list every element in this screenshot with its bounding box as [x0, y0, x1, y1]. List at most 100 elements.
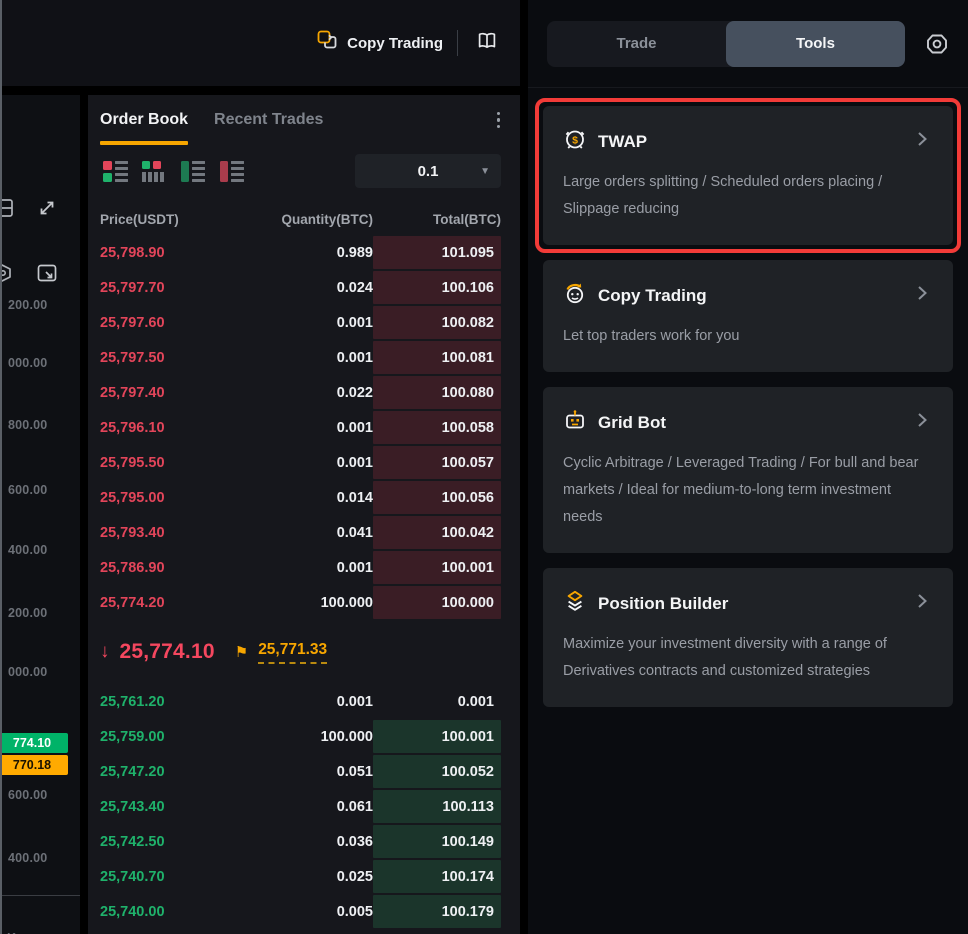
orderbook-ask-row[interactable]: 25,797.400.022100.080 [88, 375, 520, 410]
precision-dropdown[interactable]: 0.1 ▼ [355, 154, 501, 188]
orderbook-tabs: Order Book Recent Trades [88, 95, 520, 145]
price-axis-label: 800.00 [8, 418, 47, 432]
price-cell: 25,797.60 [100, 315, 228, 331]
total-cell: 100.058 [373, 411, 501, 444]
quantity-cell: 0.005 [228, 904, 373, 920]
view-bids-only-icon[interactable] [180, 158, 206, 184]
total-cell: 100.052 [373, 755, 501, 788]
orderbook-ask-row[interactable]: 25,797.600.001100.082 [88, 305, 520, 340]
total-cell: 100.080 [373, 376, 501, 409]
chevron-down-icon: ▼ [480, 166, 490, 177]
price-cell: 25,795.50 [100, 455, 228, 471]
chevron-right-icon [911, 282, 933, 309]
orderbook-ask-row[interactable]: 25,795.000.014100.056 [88, 480, 520, 515]
tool-card-grid-bot[interactable]: Grid Bot Cyclic Arbitrage / Leveraged Tr… [543, 387, 953, 553]
price-axis-label: 600.00 [8, 788, 47, 802]
svg-text:$: $ [572, 134, 578, 146]
orderbook-column-headers: Price(USDT) Quantity(BTC) Total(BTC) [88, 203, 520, 235]
orderbook-ask-row[interactable]: 25,793.400.041100.042 [88, 515, 520, 550]
view-asks-only-icon[interactable] [219, 158, 245, 184]
total-cell: 101.095 [373, 236, 501, 269]
orderbook-more-menu-icon[interactable] [493, 108, 505, 133]
settings-gear-icon[interactable] [922, 29, 952, 59]
orderbook-ask-row[interactable]: 25,798.900.989101.095 [88, 235, 520, 270]
copy-trading-button[interactable]: Copy Trading [317, 30, 443, 56]
price-cell: 25,740.70 [100, 869, 228, 885]
chevron-right-icon [911, 128, 933, 155]
price-down-arrow-icon: ↓ [100, 641, 110, 663]
view-combined-icon[interactable] [102, 158, 128, 184]
quantity-cell: 0.989 [228, 245, 373, 261]
orderbook-ask-row[interactable]: 25,786.900.001100.001 [88, 550, 520, 585]
expand-icon[interactable] [34, 195, 60, 226]
chart-pane-divider [2, 895, 80, 896]
price-cell: 25,747.20 [100, 764, 228, 780]
price-cell: 25,743.40 [100, 799, 228, 815]
orderbook-ask-row[interactable]: 25,797.700.024100.106 [88, 270, 520, 305]
robot-icon [563, 408, 587, 437]
price-axis-badge: 774.10 [2, 733, 68, 753]
orderbook-bid-row[interactable]: 25,761.200.0010.001 [88, 684, 520, 719]
chevron-right-icon [911, 409, 933, 436]
price-cell: 25,761.20 [100, 694, 228, 710]
quantity-cell: 0.001 [228, 560, 373, 576]
trade-tools-segmented-control: Trade Tools [547, 21, 905, 67]
orderbook-panel: Order Book Recent Trades [88, 95, 520, 934]
alert-tag-icon[interactable] [2, 260, 16, 291]
quantity-cell: 0.001 [228, 694, 373, 710]
copy-trading-icon [317, 30, 338, 56]
view-aggregate-icon[interactable] [141, 158, 167, 184]
copy-trading-label: Copy Trading [347, 35, 443, 52]
card-title: Position Builder [598, 594, 900, 614]
price-axis-label: 200.00 [8, 606, 47, 620]
mark-price-flag-icon: ⚑ [235, 643, 248, 661]
total-cell: 0.001 [373, 685, 501, 718]
total-cell: 100.113 [373, 790, 501, 823]
orderbook-bid-row[interactable]: 25,747.200.051100.052 [88, 754, 520, 789]
orderbook-ask-row[interactable]: 25,774.20100.000100.000 [88, 585, 520, 620]
orderbook-ask-row[interactable]: 25,796.100.001100.058 [88, 410, 520, 445]
tool-card-copy-trading[interactable]: Copy Trading Let top traders work for yo… [543, 260, 953, 372]
top-header: Copy Trading [2, 0, 520, 86]
orderbook-bid-row[interactable]: 25,740.700.025100.174 [88, 859, 520, 894]
price-axis-label: 000.00 [8, 356, 47, 370]
tab-trade[interactable]: Trade [547, 21, 726, 67]
precision-value: 0.1 [418, 163, 439, 180]
copy-trader-face-icon [563, 281, 587, 310]
orderbook-bid-row[interactable]: 25,743.400.061100.113 [88, 789, 520, 824]
total-cell: 100.042 [373, 516, 501, 549]
price-axis-badge: 770.18 [2, 755, 68, 775]
quantity-cell: 0.025 [228, 869, 373, 885]
orderbook-layout-button[interactable] [472, 28, 502, 58]
quantity-cell: 0.022 [228, 385, 373, 401]
quantity-cell: 0.014 [228, 490, 373, 506]
orderbook-bid-row[interactable]: 25,759.00100.000100.001 [88, 719, 520, 754]
last-price: 25,774.10 [120, 640, 215, 664]
quantity-cell: 100.000 [228, 595, 373, 611]
card-title: Copy Trading [598, 286, 900, 306]
mark-price[interactable]: 25,771.33 [258, 641, 327, 664]
quantity-cell: 0.051 [228, 764, 373, 780]
tab-tools[interactable]: Tools [726, 21, 905, 67]
header-divider [457, 30, 458, 56]
chart-panel-icon[interactable] [2, 195, 16, 226]
trading-app: Copy Trading [0, 0, 968, 934]
tab-recent-trades[interactable]: Recent Trades [214, 95, 323, 145]
orderbook-ask-row[interactable]: 25,797.500.001100.081 [88, 340, 520, 375]
card-description: Maximize your investment diversity with … [563, 631, 933, 685]
orderbook-ask-row[interactable]: 25,795.500.001100.057 [88, 445, 520, 480]
card-description: Let top traders work for you [563, 323, 933, 350]
quantity-cell: 0.061 [228, 799, 373, 815]
fullscreen-corner-icon[interactable] [34, 260, 60, 291]
price-cell: 25,795.00 [100, 490, 228, 506]
quantity-cell: 0.036 [228, 834, 373, 850]
tab-order-book[interactable]: Order Book [100, 95, 188, 145]
orderbook-bid-row[interactable]: 25,740.000.005100.179 [88, 894, 520, 929]
tool-card-position-builder[interactable]: Position Builder Maximize your investmen… [543, 568, 953, 707]
tool-card-twap[interactable]: $ TWAP Large orders splitting / Schedule… [543, 106, 953, 245]
total-cell: 100.081 [373, 341, 501, 374]
total-cell: 100.001 [373, 720, 501, 753]
chevron-right-icon [911, 590, 933, 617]
price-axis-label: 000.00 [8, 665, 47, 679]
orderbook-bid-row[interactable]: 25,742.500.036100.149 [88, 824, 520, 859]
